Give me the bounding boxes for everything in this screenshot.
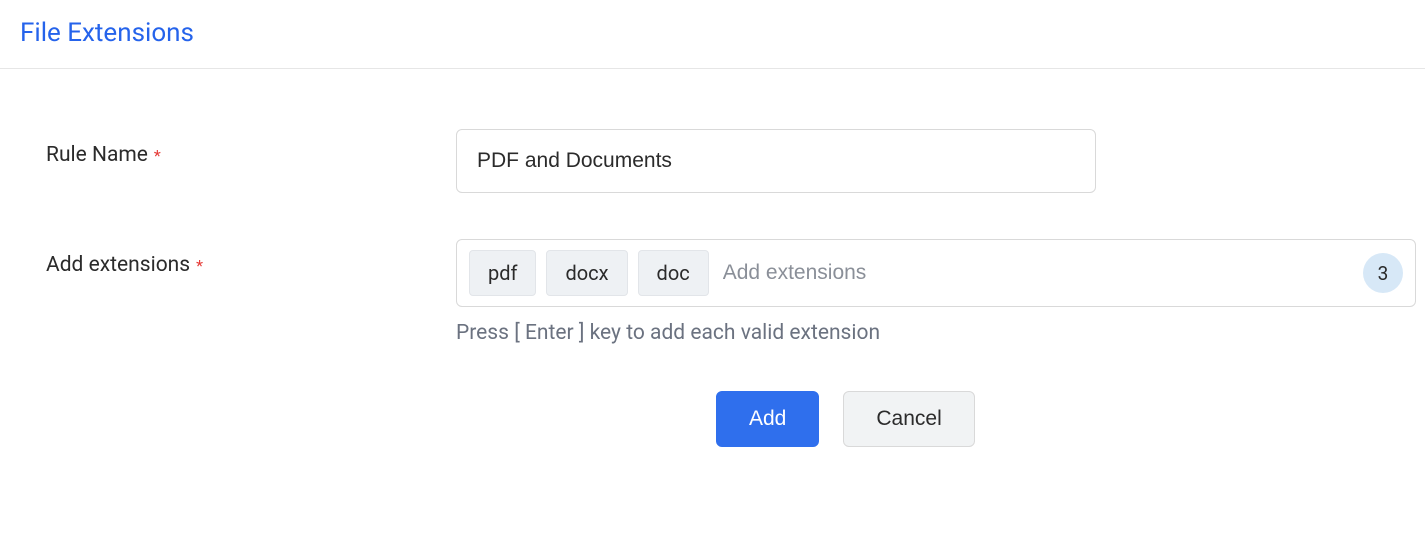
rule-name-input[interactable]	[456, 129, 1096, 193]
rule-name-row: Rule Name *	[46, 129, 1405, 193]
rule-name-control-col	[456, 129, 1405, 193]
page-title: File Extensions	[20, 18, 1405, 48]
extensions-label: Add extensions	[46, 253, 190, 277]
rule-name-label-col: Rule Name *	[46, 129, 456, 167]
extension-tag[interactable]: docx	[546, 250, 627, 296]
extensions-label-col: Add extensions *	[46, 239, 456, 277]
extensions-input[interactable]	[719, 253, 1353, 293]
page-header: File Extensions	[0, 0, 1425, 69]
form-area: Rule Name * Add extensions * pdf docx do…	[0, 69, 1425, 487]
required-mark: *	[196, 256, 203, 275]
extensions-hint: Press [ Enter ] key to add each valid ex…	[456, 321, 1416, 345]
extensions-control-col: pdf docx doc 3 Press [ Enter ] key to ad…	[456, 239, 1416, 345]
rule-name-label: Rule Name	[46, 143, 148, 167]
button-row: Add Cancel	[716, 391, 1405, 447]
cancel-button[interactable]: Cancel	[843, 391, 974, 447]
extensions-count-badge: 3	[1363, 253, 1403, 293]
extensions-row: Add extensions * pdf docx doc 3 Press [ …	[46, 239, 1405, 345]
extension-tag[interactable]: doc	[638, 250, 709, 296]
extensions-tag-input[interactable]: pdf docx doc 3	[456, 239, 1416, 307]
extension-tag[interactable]: pdf	[469, 250, 536, 296]
required-mark: *	[154, 146, 161, 165]
add-button[interactable]: Add	[716, 391, 819, 447]
